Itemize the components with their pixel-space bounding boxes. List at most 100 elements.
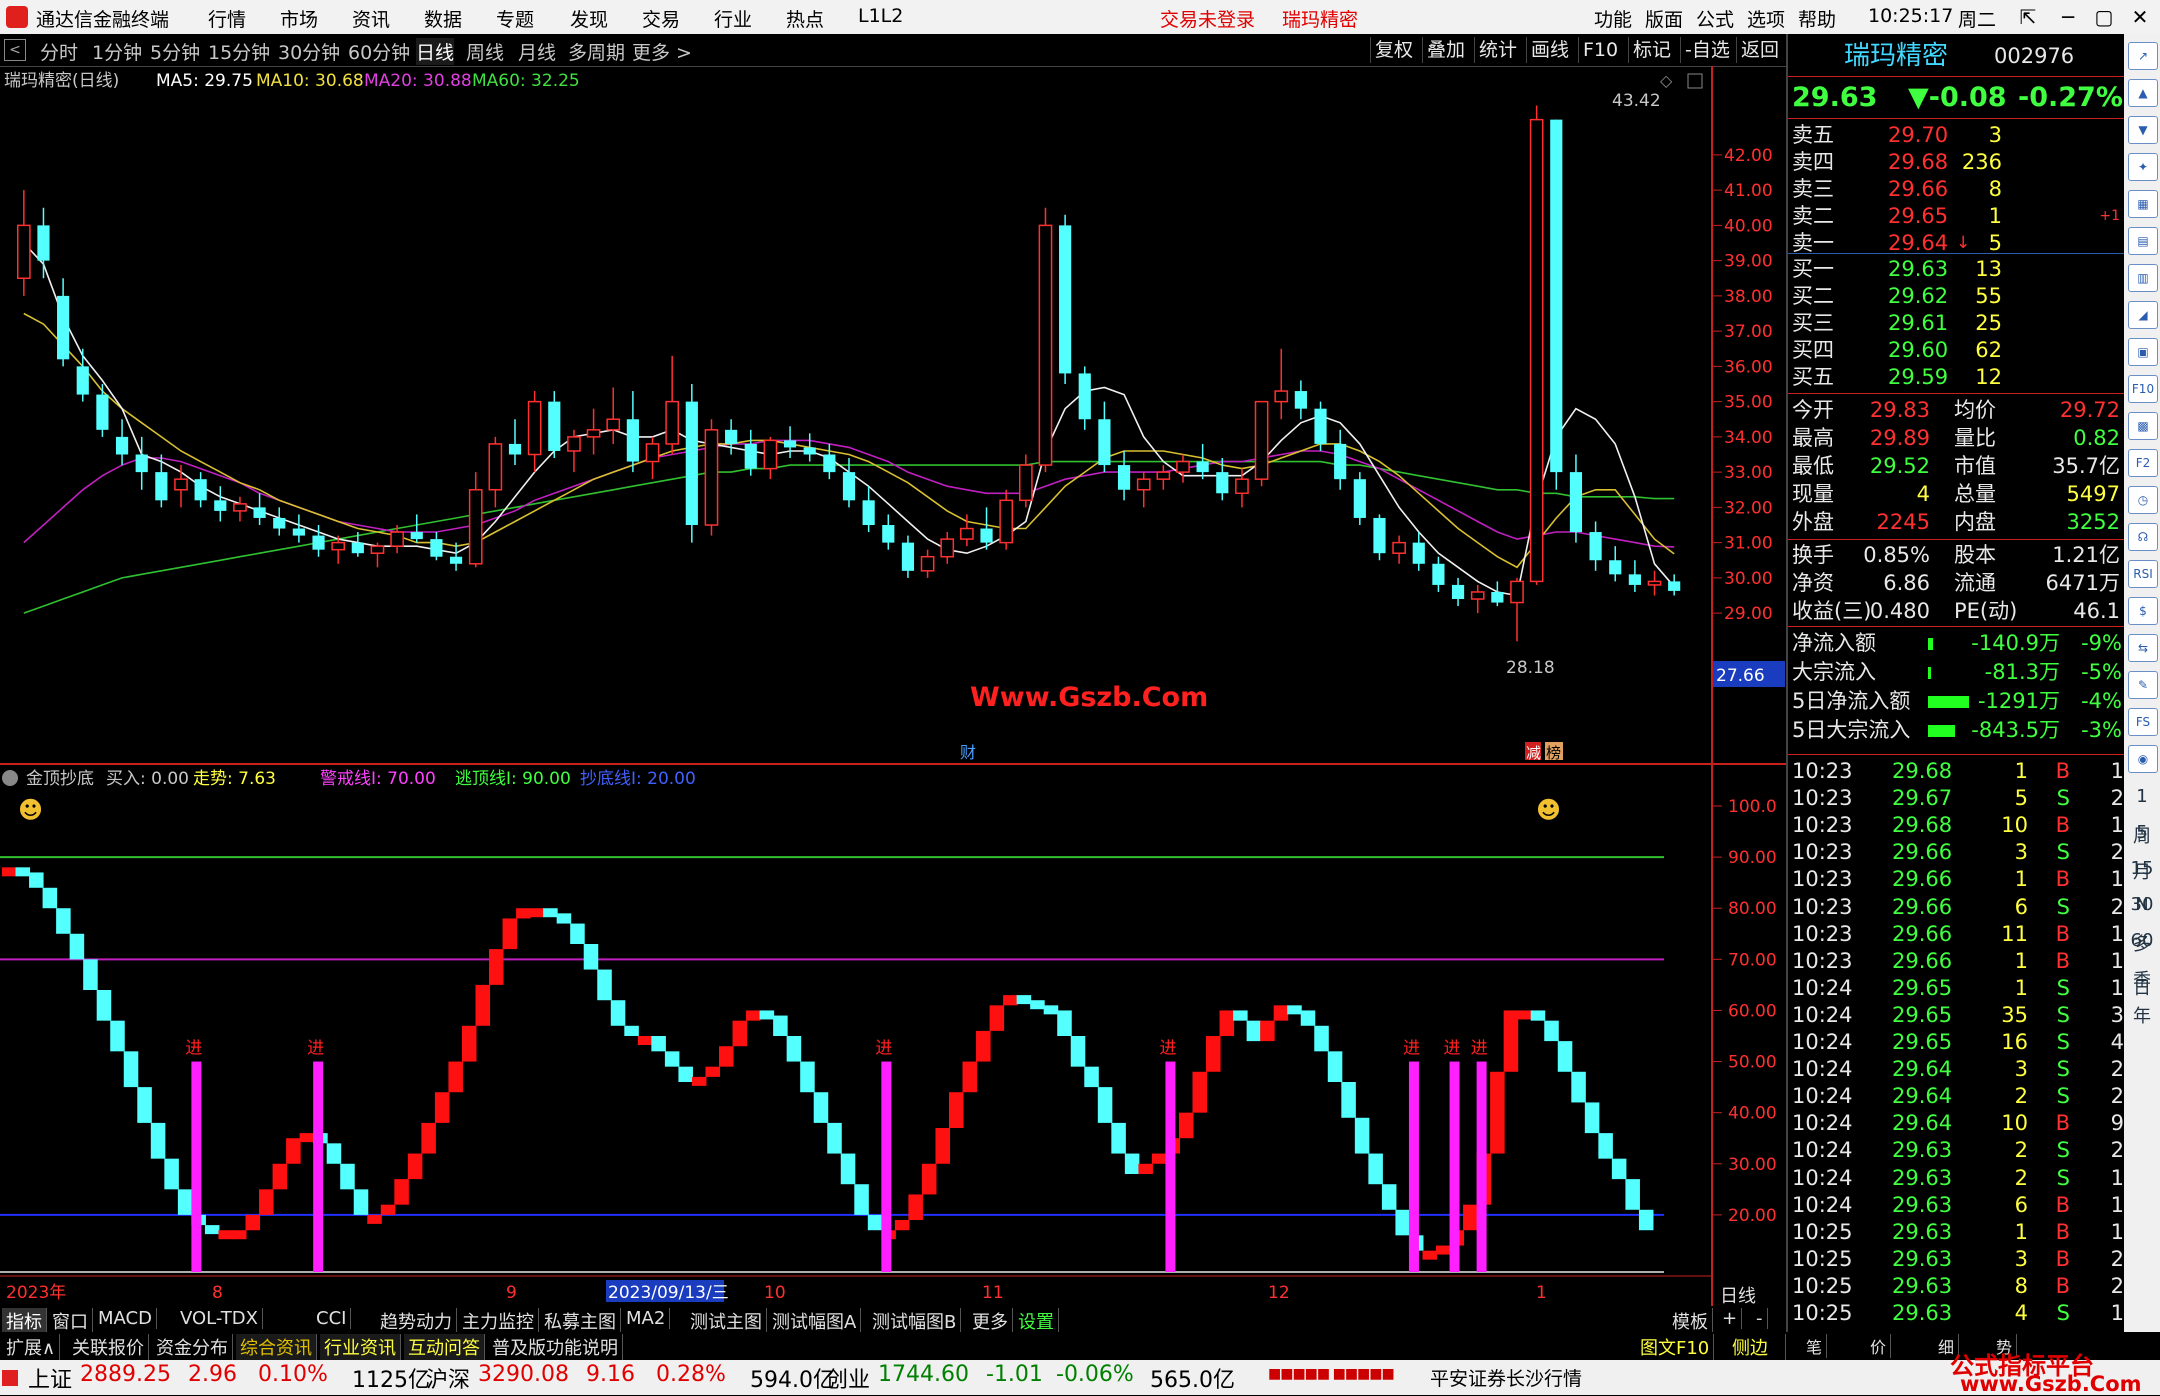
window-button-0[interactable]: ⇱ (2010, 2, 2046, 32)
ask-row-1[interactable]: 卖四 29.68 236 (1788, 149, 2126, 176)
bid-row-2[interactable]: 买三 29.61 25 (1788, 310, 2126, 337)
bid-row-1[interactable]: 买二 29.62 55 (1788, 283, 2126, 310)
menu-item-4[interactable]: 专题 (496, 5, 534, 32)
side-icon-11[interactable]: F2 (2128, 449, 2158, 477)
right-menu-item-4[interactable]: 帮助 (1798, 5, 1836, 32)
side-icon-8[interactable]: ▣ (2128, 338, 2158, 366)
period-tab-6[interactable]: 日线 (416, 38, 455, 65)
index-name-0[interactable]: 上证 (28, 1362, 72, 1394)
ask-row-3[interactable]: 卖二 29.65 1 +1 (1788, 203, 2126, 230)
tool-button-5[interactable]: 标记 (1628, 37, 1675, 63)
side-icon-9[interactable]: F10 (2128, 375, 2158, 403)
menu-item-0[interactable]: 行情 (208, 5, 246, 32)
side-icon-1[interactable]: ▲ (2128, 79, 2158, 107)
bid-row-0[interactable]: 买一 29.63 13 (1788, 256, 2126, 283)
side-icon-10[interactable]: ▩ (2128, 412, 2158, 440)
index-name-1[interactable]: 沪深 (426, 1362, 470, 1394)
extension-tab-3[interactable]: 综合资讯 (236, 1334, 317, 1360)
menu-item-6[interactable]: 交易 (642, 5, 680, 32)
right-menu-item-2[interactable]: 公式 (1696, 5, 1734, 32)
menu-item-8[interactable]: 热点 (786, 5, 824, 32)
index-name-2[interactable]: 创业 (826, 1362, 870, 1394)
stock-link[interactable]: 瑞玛精密 (1282, 5, 1358, 32)
side-icon-4[interactable]: ▦ (2128, 190, 2158, 218)
extension-tab-2[interactable]: 资金分布 (152, 1334, 233, 1360)
tool-button-4[interactable]: F10 (1578, 37, 1622, 63)
side-period-28[interactable]: N (2128, 894, 2156, 915)
side-icon-17[interactable]: ✎ (2128, 671, 2158, 699)
side-icon-18[interactable]: FS (2128, 708, 2158, 736)
side-icon-16[interactable]: ⇆ (2128, 634, 2158, 662)
right-menu-item-0[interactable]: 功能 (1594, 5, 1632, 32)
tool-button-1[interactable]: 叠加 (1422, 37, 1469, 63)
window-button-3[interactable]: ✕ (2122, 2, 2158, 32)
ask-row-2[interactable]: 卖三 29.66 8 (1788, 176, 2126, 203)
extension-tab-5[interactable]: 互动问答 (404, 1334, 485, 1360)
window-button-2[interactable]: ▢ (2086, 2, 2122, 32)
right-menu-item-3[interactable]: 选项 (1747, 5, 1785, 32)
side-period-31[interactable]: 年 (2128, 1002, 2156, 1028)
indicator-tab-8[interactable]: MA2 (622, 1308, 671, 1329)
tool-button-3[interactable]: 画线 (1526, 37, 1573, 63)
event-marker-bang[interactable]: 榜 (1546, 744, 1561, 762)
indicator-tab-0[interactable]: 指标 (2, 1308, 47, 1334)
side-period-30[interactable]: 季 (2128, 966, 2156, 992)
side-period-29[interactable]: 多 (2128, 930, 2156, 956)
side-icon-6[interactable]: ▥ (2128, 264, 2158, 292)
side-icon-13[interactable]: ☊ (2128, 523, 2158, 551)
side-period-20[interactable]: 1 (2128, 786, 2156, 807)
tool-button-0[interactable]: 复权 (1370, 37, 1417, 63)
indicator-tab-7[interactable]: 私募主图 (540, 1308, 621, 1334)
side-icon-3[interactable]: ✦ (2128, 153, 2158, 181)
indicator-tab-9[interactable]: 测试主图 (686, 1308, 767, 1334)
indicator-tab-12[interactable]: 更多 (968, 1308, 1013, 1334)
side-icon-15[interactable]: $ (2128, 597, 2158, 625)
side-icon-7[interactable]: ◢ (2128, 301, 2158, 329)
menu-item-2[interactable]: 资讯 (352, 5, 390, 32)
tool-button-6[interactable]: -自选 (1680, 37, 1734, 63)
indicator-tab-13[interactable]: 设置 (1014, 1308, 1059, 1334)
period-tab-2[interactable]: 5分钟 (150, 38, 200, 65)
indicator-tab-4[interactable]: CCI (312, 1308, 352, 1329)
period-tab-8[interactable]: 月线 (518, 38, 556, 65)
period-tab-4[interactable]: 30分钟 (278, 38, 340, 65)
indicator-tab-10[interactable]: 测试幅图A (768, 1308, 862, 1334)
indicator-tab-3[interactable]: VOL-TDX (176, 1308, 263, 1329)
side-icon-14[interactable]: RSI (2128, 560, 2158, 588)
chart-area[interactable]: 42.00 41.00 40.00 39.00 38.00 37.00 36.00 35.00… (0, 66, 1786, 1306)
event-marker-cai[interactable]: 财 (960, 743, 976, 762)
menu-item-5[interactable]: 发现 (570, 5, 608, 32)
side-icon-19[interactable]: ◉ (2128, 745, 2158, 773)
panel-tab-0[interactable]: 图文F10 (1636, 1334, 1715, 1360)
indicator-tab-2[interactable]: MACD (94, 1308, 157, 1329)
tool-button-7[interactable]: 返回 (1736, 37, 1783, 63)
collapse-icon[interactable]: < (4, 39, 26, 61)
side-period-26[interactable]: 周 (2128, 822, 2156, 848)
side-period-27[interactable]: 月 (2128, 858, 2156, 884)
extension-tab-4[interactable]: 行业资讯 (320, 1334, 401, 1360)
period-tab-7[interactable]: 周线 (466, 38, 504, 65)
extension-tab-1[interactable]: 关联报价 (68, 1334, 149, 1360)
template-tab-0[interactable]: 模板 (1668, 1308, 1713, 1334)
indicator-tab-5[interactable]: 趋势动力 (376, 1308, 457, 1334)
bid-row-3[interactable]: 买四 29.60 62 (1788, 337, 2126, 364)
menu-item-9[interactable]: L1L2 (858, 5, 903, 27)
menu-item-3[interactable]: 数据 (424, 5, 462, 32)
indicator-tab-6[interactable]: 主力监控 (458, 1308, 539, 1334)
ask-row-0[interactable]: 卖五 29.70 3 (1788, 122, 2126, 149)
right-menu-item-1[interactable]: 版面 (1645, 5, 1683, 32)
side-icon-12[interactable]: ◷ (2128, 486, 2158, 514)
side-icon-2[interactable]: ▼ (2128, 116, 2158, 144)
menu-item-1[interactable]: 市场 (280, 5, 318, 32)
period-tab-5[interactable]: 60分钟 (348, 38, 410, 65)
period-tab-10[interactable]: 更多 > (632, 38, 692, 65)
indicator-tab-1[interactable]: 窗口 (48, 1308, 93, 1334)
tool-button-2[interactable]: 统计 (1474, 37, 1521, 63)
extension-tab-0[interactable]: 扩展∧ (2, 1334, 61, 1360)
template-tab-2[interactable]: - (1752, 1308, 1768, 1329)
side-icon-0[interactable]: ↗ (2128, 42, 2158, 70)
menu-item-7[interactable]: 行业 (714, 5, 752, 32)
event-marker-other[interactable]: 减 (1526, 744, 1541, 762)
window-button-1[interactable]: ─ (2050, 2, 2086, 32)
trade-status[interactable]: 交易未登录 (1160, 5, 1255, 32)
